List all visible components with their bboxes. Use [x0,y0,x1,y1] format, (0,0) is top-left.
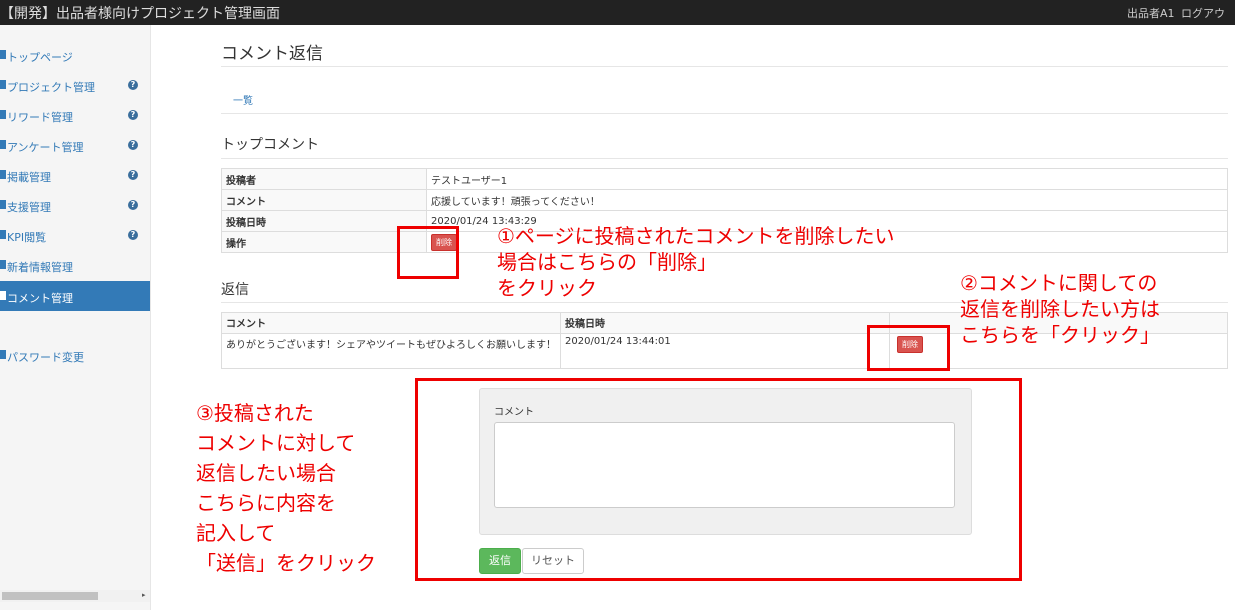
divider [221,158,1228,159]
divider [221,66,1228,67]
help-icon[interactable]: ? [128,200,138,210]
top-navbar: 【開発】出品者様向けプロジェクト管理画面 出品者A1 ログアウ [0,0,1235,25]
help-icon[interactable]: ? [128,110,138,120]
annotation-delete-top: ①ページに投稿されたコメントを削除したい 場合はこちらの「削除」 をクリック [497,224,895,300]
annotation-delete-reply: ②コメントに関しての 返信を削除したい方は こちらを「クリック」 [960,271,1160,347]
home-icon [0,50,6,59]
comment-icon [0,291,6,300]
app-title: 【開発】出品者様向けプロジェクト管理画面 [0,6,280,22]
table-row: コメント 応援しています！頑張ってください！ [221,189,1228,211]
help-icon[interactable]: ? [128,230,138,240]
sidebar-item-project[interactable]: プロジェクト管理 ? [0,73,150,99]
sidebar-item-publish[interactable]: 掲載管理 ? [0,163,150,189]
bullhorn-icon [0,260,6,269]
gift-icon [0,110,6,119]
row-value: 応援しています！頑張ってください！ [426,189,1228,211]
sidebar-item-comment[interactable]: コメント管理 [0,281,150,311]
wrench-icon [0,80,6,89]
sidebar-item-survey[interactable]: アンケート管理 ? [0,133,150,159]
sidebar-item-password[interactable]: パスワード変更 [0,343,150,369]
table-row: 投稿者 テストユーザー1 [221,168,1228,190]
horizontal-scrollbar[interactable]: ▸ [0,590,150,602]
chart-icon [0,230,6,239]
help-icon[interactable]: ? [128,140,138,150]
row-value: テストユーザー1 [426,168,1228,190]
row-label: 投稿日時 [221,210,427,232]
scrollbar-thumb[interactable] [2,592,98,600]
column-header: コメント [221,312,561,334]
sidebar-item-news[interactable]: 新着情報管理 [0,253,150,279]
help-icon[interactable]: ? [128,170,138,180]
highlight-box-delete-top [397,226,459,279]
list-icon [0,140,6,149]
reply-date-cell: 2020/01/24 13:44:01 [560,333,890,369]
tab-list[interactable]: 一覧 [233,92,253,107]
book-icon [0,170,6,179]
divider [221,113,1228,114]
highlight-box-reply-form [415,378,1022,581]
column-header: 投稿日時 [560,312,890,334]
sidebar-item-reward[interactable]: リワード管理 ? [0,103,150,129]
user-menu[interactable]: 出品者A1 [1127,5,1175,21]
sidebar: トップページ プロジェクト管理 ? リワード管理 ? アンケート管理 ? 掲載管… [0,25,151,610]
reply-comment-cell: ありがとうございます！シェアやツイートもぜひよろしくお願いします！ [221,333,561,369]
list-icon [0,200,6,209]
sidebar-item-support[interactable]: 支援管理 ? [0,193,150,219]
top-comment-heading: トップコメント [221,137,319,153]
annotation-reply-form: ③投稿された コメントに対して 返信したい場合 こちらに内容を 記入して 「送信… [196,401,376,575]
row-label: コメント [221,189,427,211]
scroll-right-icon[interactable]: ▸ [142,591,146,599]
replies-heading: 返信 [221,282,249,298]
sidebar-item-kpi[interactable]: KPI閲覧 ? [0,223,150,249]
help-icon[interactable]: ? [128,80,138,90]
sidebar-item-top[interactable]: トップページ [0,43,150,69]
highlight-box-delete-reply [867,325,950,371]
wrench-icon [0,350,6,359]
logout-link[interactable]: ログアウ [1181,5,1225,21]
row-label: 投稿者 [221,168,427,190]
page-title: コメント返信 [221,44,323,64]
row-label: 操作 [221,231,427,253]
